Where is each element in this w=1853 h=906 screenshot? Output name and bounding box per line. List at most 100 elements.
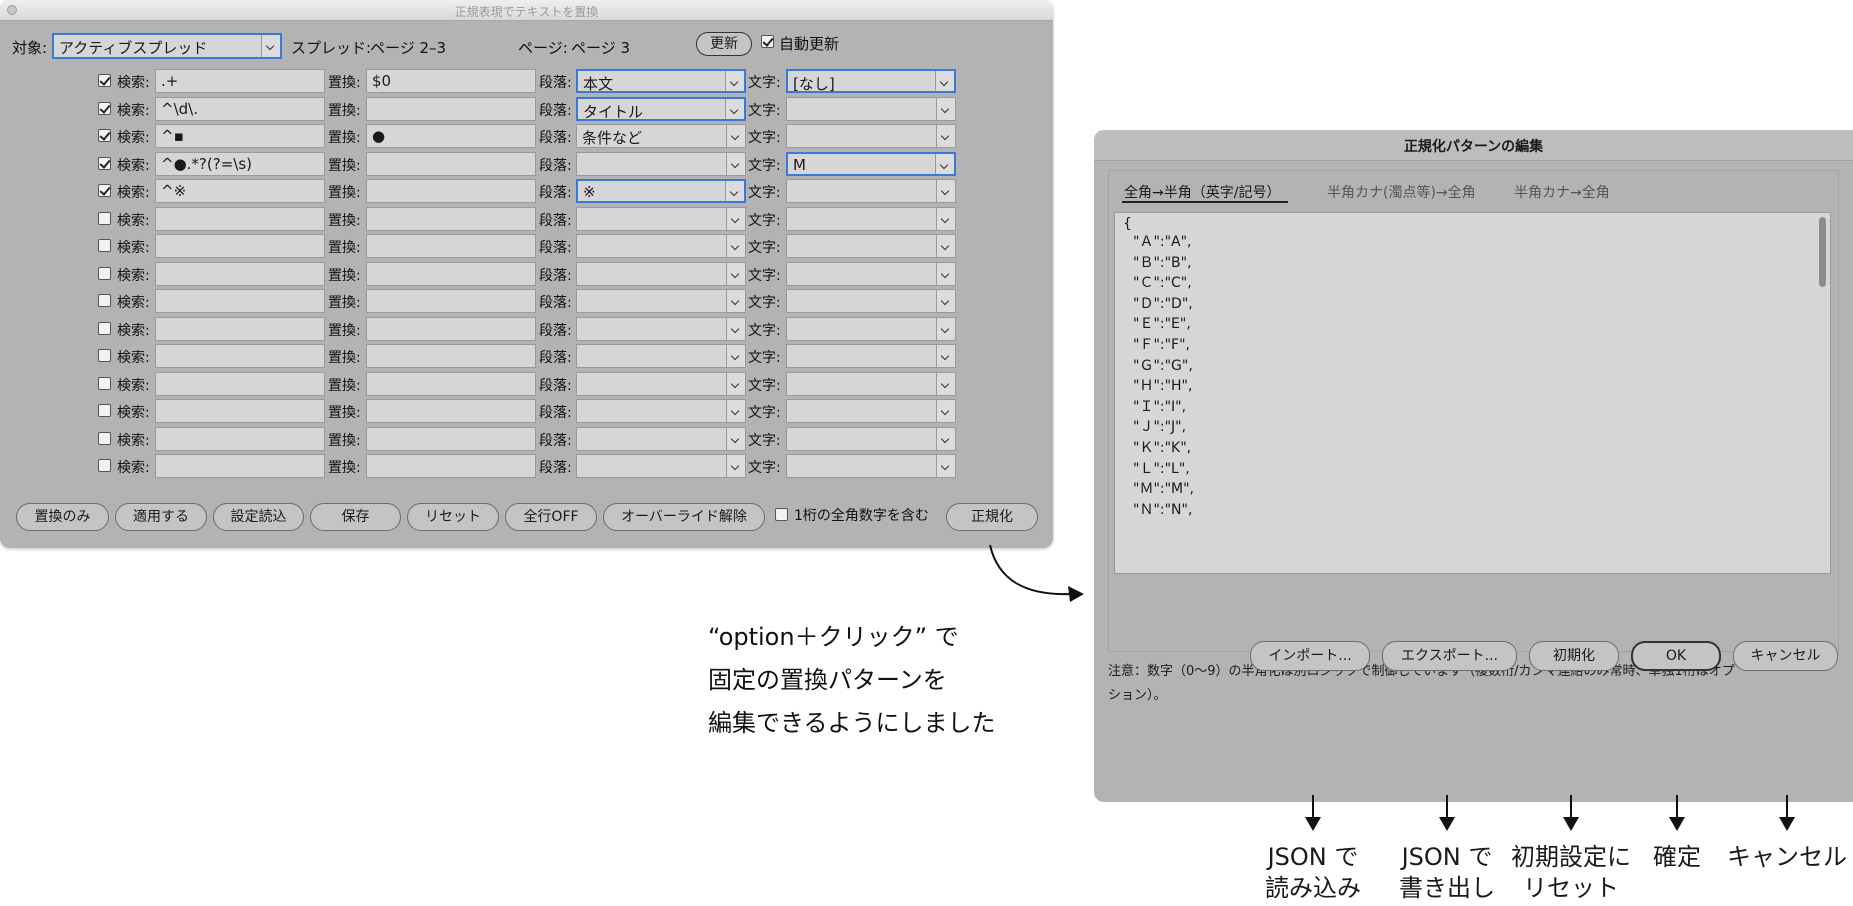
target-select[interactable]: アクティブスプレッド (52, 33, 282, 59)
paragraph-style-select[interactable] (576, 261, 746, 286)
character-style-select[interactable] (786, 344, 956, 368)
search-input[interactable]: ^▪ (155, 124, 325, 148)
paragraph-style-select[interactable] (576, 151, 746, 176)
row-enable-checkbox[interactable] (98, 101, 111, 115)
row-enable-checkbox[interactable] (98, 459, 111, 472)
apply-button[interactable]: 適用する (115, 503, 207, 531)
search-input[interactable] (155, 289, 325, 313)
character-style-select[interactable]: M (786, 151, 956, 176)
row-enable-checkbox[interactable] (98, 431, 111, 445)
save-button[interactable]: 保存 (310, 503, 401, 531)
search-input[interactable] (155, 399, 325, 423)
paragraph-style-select[interactable] (576, 234, 746, 258)
row-enable-checkbox[interactable] (98, 404, 111, 417)
load-settings-button[interactable]: 設定読込 (213, 503, 304, 531)
character-style-select[interactable] (786, 234, 956, 258)
paragraph-style-select[interactable] (576, 454, 746, 478)
paragraph-style-select[interactable]: 条件など (576, 124, 746, 148)
character-style-select[interactable] (786, 206, 956, 231)
row-enable-checkbox[interactable] (98, 156, 111, 170)
tab-halfkana[interactable]: 半角カナ→全角 (1514, 182, 1610, 202)
cancel-button[interactable]: キャンセル (1733, 641, 1838, 671)
normalize-button[interactable]: 正規化 (946, 503, 1038, 531)
import-button[interactable]: インポート... (1250, 641, 1370, 671)
search-input[interactable]: ^●.*?(?=\s) (155, 151, 325, 176)
character-style-select[interactable] (786, 371, 956, 396)
row-enable-checkbox[interactable] (98, 321, 111, 335)
paragraph-style-select[interactable] (576, 426, 746, 451)
character-style-select[interactable] (786, 426, 956, 451)
update-button[interactable]: 更新 (696, 32, 752, 56)
search-input[interactable] (155, 316, 325, 341)
include-single-digit-checkbox[interactable] (775, 508, 788, 521)
auto-update-checkbox[interactable] (761, 35, 774, 48)
replace-input[interactable]: $0 (366, 69, 536, 93)
export-button[interactable]: エクスポート... (1382, 641, 1517, 671)
search-input[interactable] (155, 206, 325, 231)
character-label: 文字: (748, 377, 781, 394)
initialize-button[interactable]: 初期化 (1529, 641, 1619, 671)
paragraph-style-select[interactable] (576, 371, 746, 396)
character-style-select[interactable] (786, 454, 956, 478)
replace-input[interactable] (366, 234, 536, 258)
search-input[interactable] (155, 454, 325, 478)
ok-button[interactable]: OK (1631, 641, 1721, 671)
replace-input[interactable] (366, 426, 536, 451)
character-style-select[interactable] (786, 261, 956, 286)
character-style-select[interactable] (786, 124, 956, 148)
replace-input[interactable] (366, 316, 536, 341)
row-enable-checkbox[interactable] (98, 376, 111, 390)
chevron-down-icon (261, 35, 280, 57)
paragraph-style-select[interactable]: 本文 (576, 69, 746, 93)
search-input[interactable] (155, 261, 325, 286)
paragraph-style-select[interactable] (576, 344, 746, 368)
row-enable-checkbox[interactable] (98, 184, 111, 197)
chevron-down-icon (725, 71, 744, 91)
search-input[interactable]: ^※ (155, 179, 325, 203)
tab-fullwidth-to-halfwidth[interactable]: 全角→半角（英字/記号） (1124, 182, 1280, 202)
character-style-select[interactable]: [なし] (786, 69, 956, 93)
row-enable-checkbox[interactable] (98, 349, 111, 362)
editor-scrollbar[interactable] (1819, 217, 1826, 287)
row-enable-checkbox[interactable] (98, 211, 111, 225)
row-enable-checkbox[interactable] (98, 239, 111, 252)
replace-input[interactable]: ● (366, 124, 536, 148)
search-input[interactable]: .+ (155, 69, 325, 93)
json-editor[interactable]: { "Ａ":"A", "Ｂ":"B", "Ｃ":"C", "Ｄ":"D", "Ｅ":"E… (1114, 212, 1831, 574)
character-style-select[interactable] (786, 289, 956, 313)
replace-input[interactable] (366, 344, 536, 368)
row-enable-checkbox[interactable] (98, 74, 111, 87)
paragraph-style-select[interactable]: ※ (576, 179, 746, 203)
replace-input[interactable] (366, 289, 536, 313)
search-input[interactable] (155, 426, 325, 451)
tab-halfkana-dakuten[interactable]: 半角カナ(濁点等)→全角 (1327, 182, 1476, 202)
search-input[interactable]: ^\d\. (155, 96, 325, 121)
row-enable-checkbox[interactable] (98, 129, 111, 142)
paragraph-style-select[interactable] (576, 206, 746, 231)
search-input[interactable] (155, 234, 325, 258)
all-off-button[interactable]: 全行OFF (505, 503, 597, 531)
character-style-select[interactable] (786, 96, 956, 121)
character-style-select[interactable] (786, 399, 956, 423)
paragraph-style-select[interactable] (576, 289, 746, 313)
character-style-select[interactable] (786, 179, 956, 203)
replace-input[interactable] (366, 179, 536, 203)
search-input[interactable] (155, 371, 325, 396)
character-style-select[interactable] (786, 316, 956, 341)
row-enable-checkbox[interactable] (98, 294, 111, 307)
replace-input[interactable] (366, 151, 536, 176)
replace-input[interactable] (366, 454, 536, 478)
search-input[interactable] (155, 344, 325, 368)
paragraph-style-select[interactable]: タイトル (576, 96, 746, 121)
paragraph-style-select[interactable] (576, 316, 746, 341)
replace-input[interactable] (366, 261, 536, 286)
replace-only-button[interactable]: 置換のみ (16, 503, 109, 531)
reset-button[interactable]: リセット (407, 503, 499, 531)
paragraph-style-select[interactable] (576, 399, 746, 423)
clear-override-button[interactable]: オーバーライド解除 (603, 503, 765, 531)
row-enable-checkbox[interactable] (98, 266, 111, 280)
replace-input[interactable] (366, 399, 536, 423)
replace-input[interactable] (366, 96, 536, 121)
replace-input[interactable] (366, 206, 536, 231)
replace-input[interactable] (366, 371, 536, 396)
